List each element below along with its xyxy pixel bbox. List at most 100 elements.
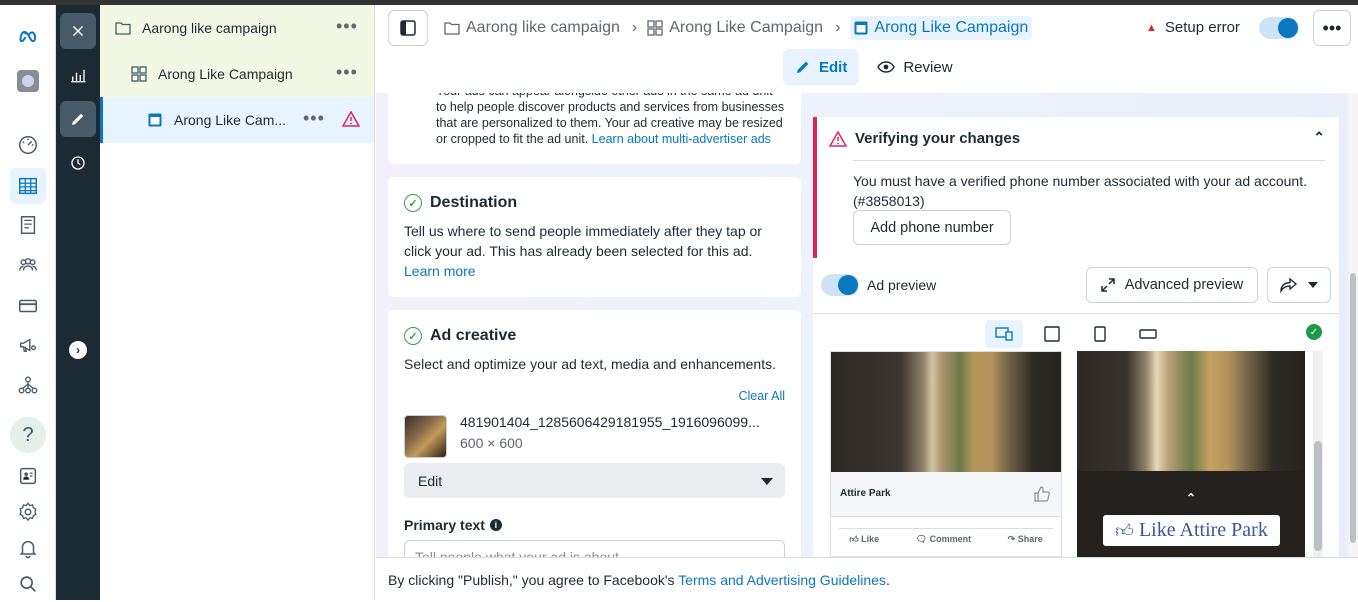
expand-arrows-icon	[1101, 278, 1115, 292]
campaigns-table-icon[interactable]	[10, 168, 46, 204]
help-question-icon[interactable]: ?	[10, 417, 46, 453]
more-options-icon[interactable]: •••	[303, 109, 325, 127]
sidebar-toggle-icon	[400, 20, 416, 36]
catalog-book-icon[interactable]	[10, 207, 46, 243]
audiences-people-icon[interactable]	[10, 247, 46, 283]
placement-selector: ✓	[813, 313, 1339, 351]
history-clock-icon[interactable]	[60, 145, 96, 181]
advanced-preview-button[interactable]: Advanced preview	[1086, 267, 1258, 303]
chevron-right-icon: ›	[631, 19, 638, 36]
notifications-bell-icon[interactable]	[10, 530, 46, 566]
more-dots-icon: •••	[1322, 17, 1342, 38]
terms-text: By clicking "Publish," you agree to Face…	[388, 572, 675, 588]
ad-status-toggle[interactable]	[1259, 17, 1299, 39]
chevron-right-icon: ›	[835, 19, 841, 36]
tree-campaign-label: Aarong like campaign	[142, 20, 277, 36]
billing-card-icon[interactable]	[10, 288, 46, 324]
thumbs-up-icon: 👍︎	[1115, 520, 1134, 541]
edit-media-dropdown[interactable]: Edit	[404, 463, 785, 498]
ad-preview-label: Ad preview	[867, 277, 937, 293]
error-triangle-icon: ▲	[1146, 21, 1157, 34]
collapse-chevron-icon[interactable]: ⌃	[1313, 129, 1325, 146]
tree-item-ad[interactable]: Arong Like Cam... •••	[100, 97, 374, 143]
media-dimensions: 600 × 600	[460, 435, 523, 451]
eye-icon	[877, 61, 896, 73]
adset-grid-icon	[130, 65, 148, 83]
ad-preview-toggle[interactable]	[821, 274, 859, 296]
reaction-actions: 👍︎ Like 🗨︎ Comment ↷ Share	[831, 534, 1061, 545]
contact-card-icon[interactable]	[10, 458, 46, 494]
check-icon: ✓	[1306, 324, 1322, 340]
destination-card: ✓ Destination Tell us where to send peopl…	[388, 177, 801, 297]
breadcrumb-adset[interactable]: Arong Like Campaign	[647, 19, 823, 37]
pencil-icon	[797, 61, 809, 73]
vertical-story-icon[interactable]	[1081, 320, 1119, 348]
publish-footer: By clicking "Publish," you agree to Face…	[376, 557, 1358, 600]
settings-gear-icon[interactable]	[10, 494, 46, 530]
feed-preview-card: Attire Park 👍︎ Like 🗨︎ Comment ↷ Share	[830, 351, 1062, 557]
ad-image	[831, 352, 1061, 472]
ads-megaphone-icon[interactable]	[10, 327, 46, 363]
destination-heading: ✓ Destination	[404, 194, 517, 212]
share-dropdown-button[interactable]	[1267, 267, 1331, 303]
editor-main: Your ads can appear alongside other ads …	[376, 93, 1358, 557]
reporting-bar-chart-icon[interactable]	[60, 57, 96, 93]
learn-more-link[interactable]: Learn more	[404, 263, 476, 279]
all-devices-icon[interactable]	[985, 320, 1023, 348]
horizontal-icon[interactable]	[1129, 320, 1167, 348]
primary-text-input[interactable]: Tell people what your ad is about	[404, 540, 785, 557]
tree-adset-label: Arong Like Campaign	[158, 66, 293, 82]
like-action[interactable]: 👍︎ Like	[849, 534, 879, 545]
ad-icon	[146, 111, 164, 129]
close-icon[interactable]	[60, 13, 96, 49]
verify-heading: Verifying your changes	[829, 130, 1020, 147]
meta-logo-icon[interactable]	[10, 19, 46, 55]
more-actions-button[interactable]: •••	[1313, 10, 1351, 46]
edit-pencil-icon[interactable]	[60, 101, 96, 137]
business-tree-icon[interactable]	[10, 367, 46, 403]
breadcrumb-campaign[interactable]: Aarong like campaign	[444, 19, 620, 37]
tab-review[interactable]: Review	[865, 49, 964, 85]
editor-header: Aarong like campaign › Arong Like Campai…	[376, 5, 1358, 93]
page-bar: Attire Park	[831, 472, 1061, 517]
more-options-icon[interactable]: •••	[336, 63, 358, 81]
story-preview-card: ⌃ 👍︎ Like Attire Park	[1077, 351, 1305, 557]
setup-error-status[interactable]: ▲ Setup error	[1146, 19, 1240, 36]
toggle-panel-button[interactable]	[388, 10, 428, 46]
search-icon[interactable]	[10, 566, 46, 602]
account-avatar[interactable]	[10, 63, 46, 99]
preview-scrollbar[interactable]	[1313, 351, 1323, 557]
divider	[839, 528, 1053, 529]
tree-item-adset[interactable]: Arong Like Campaign •••	[100, 51, 374, 97]
multi-advertiser-link[interactable]: Learn about multi-advertiser ads	[592, 132, 771, 146]
campaign-tree-panel: Aarong like campaign ••• Arong Like Camp…	[100, 5, 375, 600]
editor-mode-strip: ›	[56, 5, 100, 600]
story-cta-button[interactable]: 👍︎ Like Attire Park	[1103, 515, 1280, 546]
ad-icon	[854, 21, 868, 35]
square-feed-icon[interactable]	[1033, 320, 1071, 348]
terms-link[interactable]: Terms and Advertising Guidelines	[678, 572, 886, 588]
check-circle-icon: ✓	[404, 194, 422, 212]
swipe-up-chevron-icon: ⌃	[1185, 491, 1197, 505]
caret-down-icon	[761, 478, 773, 485]
share-action[interactable]: ↷ Share	[1008, 534, 1043, 545]
breadcrumb-ad[interactable]: Arong Like Campaign	[850, 16, 1033, 40]
info-icon[interactable]: i	[489, 519, 502, 531]
comment-action[interactable]: 🗨︎ Comment	[916, 534, 971, 545]
warning-triangle-icon	[341, 110, 361, 130]
add-phone-number-button[interactable]: Add phone number	[853, 210, 1011, 245]
tree-item-campaign[interactable]: Aarong like campaign •••	[100, 5, 374, 51]
expand-chevron-icon[interactable]: ›	[60, 332, 96, 368]
media-thumbnail[interactable]	[404, 415, 447, 458]
left-nav-rail: ?	[0, 5, 56, 600]
destination-text: Tell us where to send people immediately…	[404, 223, 762, 279]
ad-creative-card: ✓ Ad creative Select and optimize your ad…	[388, 310, 801, 557]
dashboard-gauge-icon[interactable]	[10, 127, 46, 163]
share-arrow-icon	[1280, 277, 1298, 293]
tab-edit[interactable]: Edit	[783, 49, 860, 85]
clear-all-link[interactable]: Clear All	[738, 389, 785, 403]
main-scrollbar[interactable]	[1348, 93, 1358, 557]
more-options-icon[interactable]: •••	[336, 17, 358, 35]
thumbs-up-icon[interactable]	[1033, 485, 1051, 503]
caret-down-icon	[1308, 282, 1318, 288]
